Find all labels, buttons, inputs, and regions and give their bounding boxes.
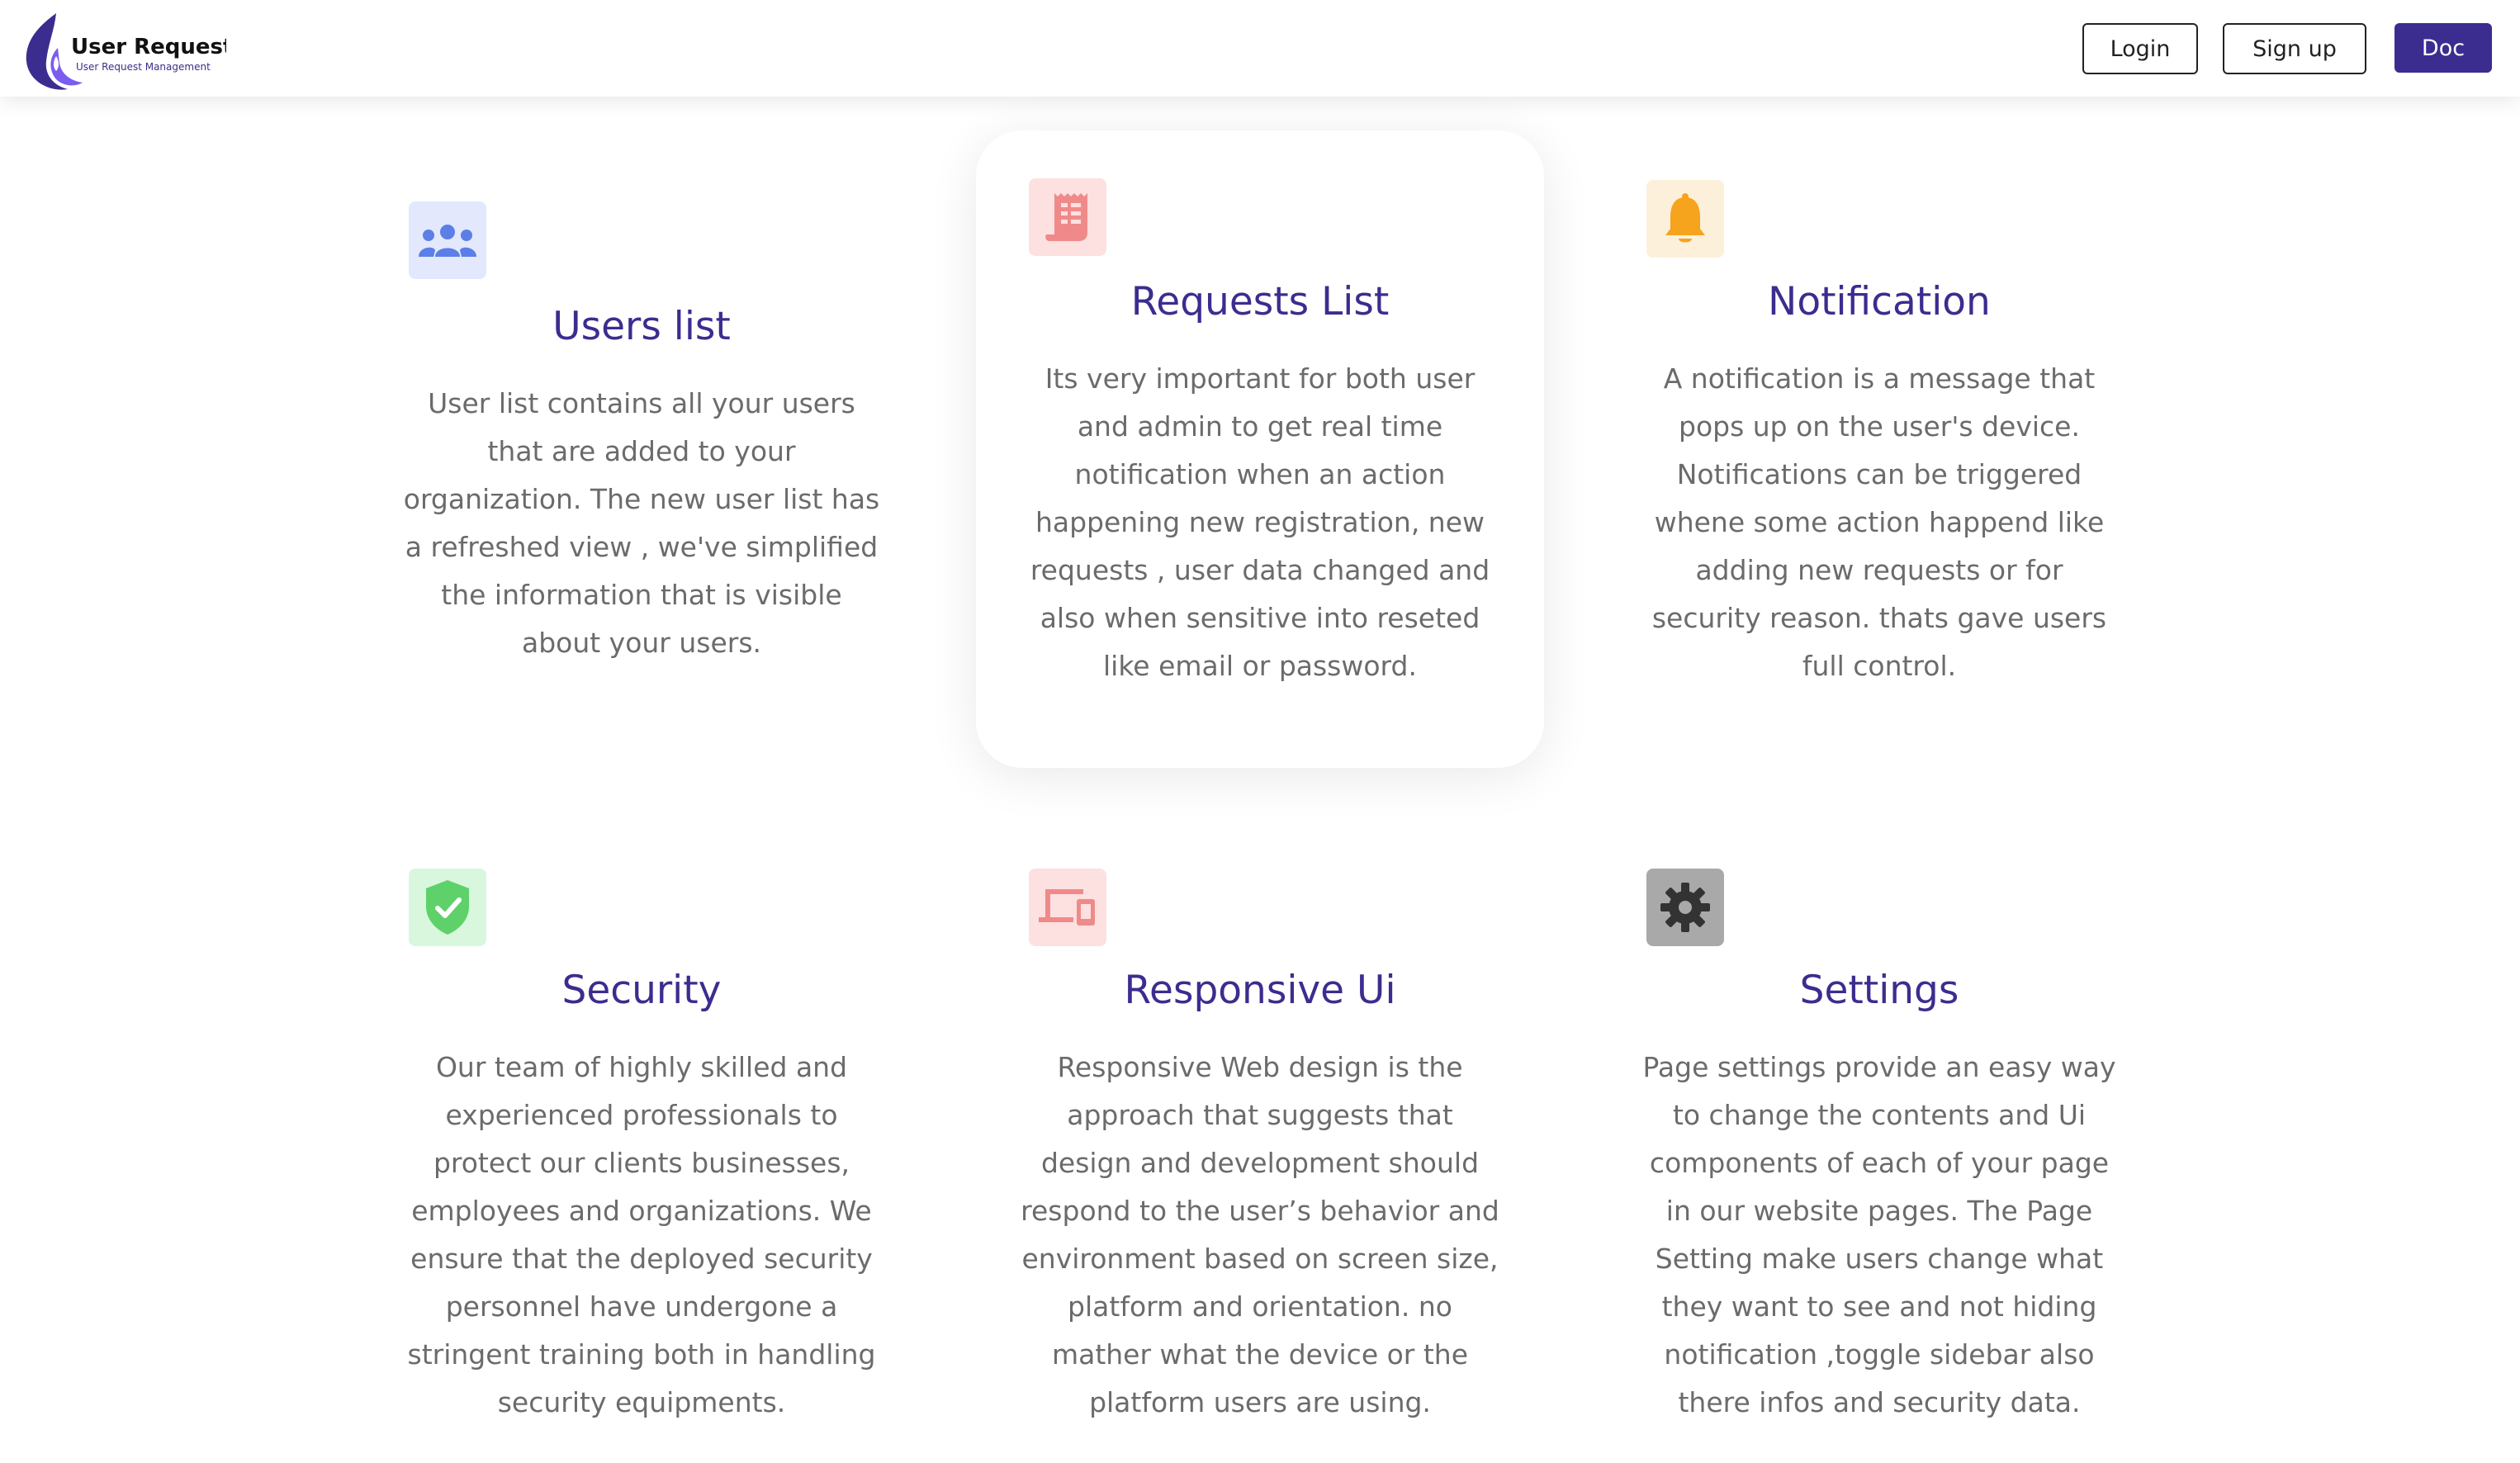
description-line: Its very important for both user <box>1044 362 1476 395</box>
bell-icon <box>1646 180 1724 258</box>
feature-title: Requests List <box>1130 279 1390 324</box>
description-line: employees and organizations. We <box>411 1195 872 1227</box>
description-line: organization. The new user list has <box>403 483 880 515</box>
description-line: environment based on screen size, <box>1021 1243 1499 1275</box>
description-line: A notification is a message that <box>1663 362 2096 395</box>
description-line: personnel have undergone a <box>445 1290 838 1323</box>
feature-title: Notification <box>1768 279 1991 324</box>
description-line: ensure that the deployed security <box>410 1243 873 1275</box>
description-line: approach that suggests that <box>1067 1099 1453 1131</box>
feature-card-responsive-ui: Responsive Ui Responsive Web design is t… <box>1004 837 1516 1448</box>
feature-card-notification: Notification A notification is a message… <box>1623 149 2135 727</box>
feature-description: A notification is a message that pops up… <box>1623 355 2135 690</box>
receipt-icon <box>1029 178 1106 256</box>
description-line: Page settings provide an easy way <box>1642 1051 2116 1083</box>
description-line: notification when an action <box>1074 458 1446 490</box>
description-line: pops up on the user's device. <box>1679 410 2080 443</box>
description-line: happening new registration, new <box>1035 506 1485 538</box>
description-line: notification ,toggle sidebar also <box>1664 1338 2095 1371</box>
doc-button[interactable]: Doc <box>2394 23 2492 73</box>
feature-title: Security <box>561 968 722 1013</box>
description-line: respond to the user’s behavior and <box>1021 1195 1499 1227</box>
description-line: about your users. <box>521 627 762 659</box>
top-navbar: User Request User Request Management Log… <box>0 0 2520 97</box>
description-line: that are added to your <box>487 435 796 467</box>
description-line: also when sensitive into reseted <box>1040 602 1480 634</box>
logo-subtitle: User Request Management <box>76 61 211 73</box>
description-line: security reason. thats gave users <box>1651 602 2107 634</box>
shield-check-icon <box>409 869 486 946</box>
devices-icon <box>1029 869 1106 946</box>
description-line: Setting make users change what <box>1655 1243 2104 1275</box>
feature-title: Responsive Ui <box>1124 968 1396 1013</box>
description-line: the information that is visible <box>441 579 842 611</box>
description-line: in our website pages. The Page <box>1665 1195 2093 1227</box>
description-line: Our team of highly skilled and <box>435 1051 848 1083</box>
description-line: adding new requests or for <box>1695 554 2063 586</box>
description-line: stringent training both in handling <box>407 1338 876 1371</box>
feature-description: Its very important for both user and adm… <box>976 355 1544 690</box>
feature-card-users-list: Users list User list contains all your u… <box>386 173 898 702</box>
feature-title: Settings <box>1799 968 1959 1013</box>
feature-card-settings: Settings Page settings provide an easy w… <box>1623 837 2135 1448</box>
description-line: experienced professionals to <box>445 1099 838 1131</box>
description-line: platform users are using. <box>1089 1386 1431 1418</box>
description-line: they want to see and not hiding <box>1661 1290 2097 1323</box>
description-line: security equipments. <box>497 1386 786 1418</box>
description-line: like email or password. <box>1103 650 1417 682</box>
description-line: there infos and security data. <box>1678 1386 2081 1418</box>
description-line: whene some action happend like <box>1654 506 2105 538</box>
description-line: Notifications can be triggered <box>1676 458 2082 490</box>
brand-logo[interactable]: User Request User Request Management <box>25 10 226 92</box>
feature-card-security: Security Our team of highly skilled and … <box>386 837 898 1448</box>
description-line: User list contains all your users <box>428 387 855 419</box>
feature-description: Responsive Web design is the approach th… <box>1004 1044 1516 1427</box>
feature-description: Our team of highly skilled and experienc… <box>386 1044 898 1427</box>
description-line: Responsive Web design is the <box>1057 1051 1463 1083</box>
feature-card-requests-list: Requests List Its very important for bot… <box>976 130 1544 768</box>
signup-button[interactable]: Sign up <box>2223 23 2366 74</box>
logo-title: User Request <box>71 35 226 59</box>
users-icon <box>409 201 486 279</box>
feature-title: Users list <box>552 304 731 349</box>
description-line: mather what the device or the <box>1051 1338 1469 1371</box>
gear-icon <box>1646 869 1724 946</box>
feature-description: User list contains all your users that a… <box>386 380 898 667</box>
description-line: and admin to get real time <box>1077 410 1443 443</box>
login-button[interactable]: Login <box>2082 23 2198 74</box>
description-line: requests , user data changed and <box>1030 554 1490 586</box>
description-line: design and development should <box>1040 1147 1480 1179</box>
description-line: full control. <box>1802 650 1957 682</box>
description-line: protect our clients businesses, <box>433 1147 850 1179</box>
description-line: to change the contents and Ui <box>1672 1099 2087 1131</box>
description-line: a refreshed view , we've simplified <box>405 531 879 563</box>
feature-description: Page settings provide an easy way to cha… <box>1623 1044 2135 1427</box>
description-line: platform and orientation. no <box>1068 1290 1452 1323</box>
description-line: components of each of your page <box>1649 1147 2110 1179</box>
